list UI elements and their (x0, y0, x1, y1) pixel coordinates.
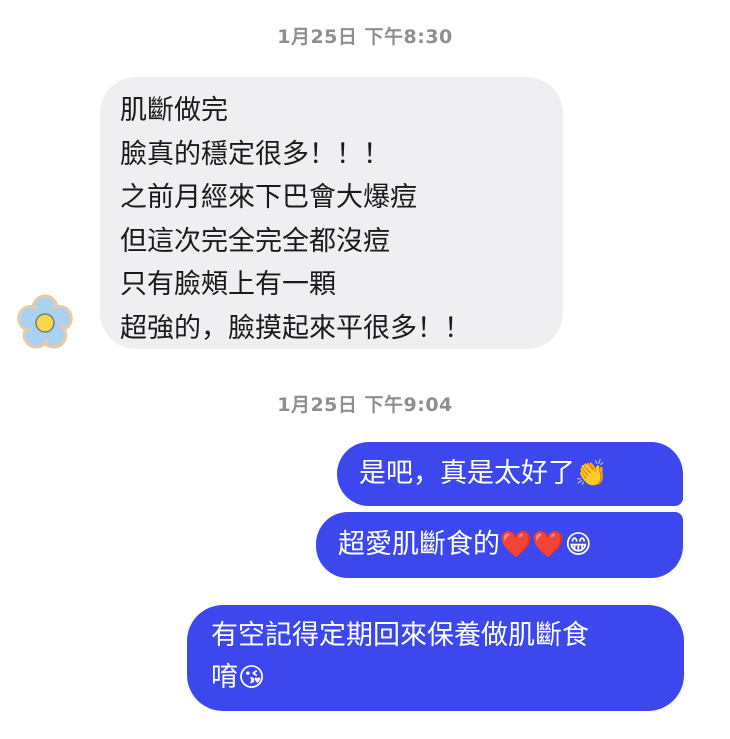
timestamp: 1月25日 下午9:04 (277, 394, 453, 416)
message-line: 肌斷做完 (120, 95, 228, 126)
message-line: 但這次完全完全都沒痘 (120, 225, 390, 257)
clapping-hands-emoji: 👏 (575, 459, 608, 489)
outgoing-message-bubble[interactable]: 是吧，真是太好了👏 (337, 442, 683, 506)
heart-and-grin-emoji: ❤️❤️😁 (500, 530, 592, 560)
message-text: 是吧，真是太好了 (359, 458, 575, 489)
message-line: 唷😘 (211, 657, 664, 699)
outgoing-message-bubble[interactable]: 超愛肌斷食的❤️❤️😁 (316, 512, 683, 578)
message-line: 臉真的穩定很多！！！ (120, 138, 390, 170)
incoming-message-bubble[interactable]: 肌斷做完 臉真的穩定很多！！！ 之前月經來下巴會大爆痘 但這次完全完全都沒痘 只… (100, 77, 563, 349)
outgoing-message-bubble[interactable]: 有空記得定期回來保養做肌斷食 唷😘 (187, 605, 684, 711)
timestamp: 1月25日 下午8:30 (277, 26, 453, 48)
flower-icon (17, 294, 73, 349)
message-text: 超愛肌斷食的 (338, 529, 500, 560)
message-line: 超強的，臉摸起來平很多！！ (120, 312, 471, 344)
message-line: 只有臉頰上有一顆 (120, 269, 336, 300)
avatar[interactable] (15, 293, 75, 353)
kissing-face-emoji: 😘 (238, 663, 266, 693)
message-line: 之前月經來下巴會大爆痘 (120, 182, 417, 213)
message-line: 有空記得定期回來保養做肌斷食 (211, 620, 589, 651)
message-text: 唷 (211, 662, 238, 693)
